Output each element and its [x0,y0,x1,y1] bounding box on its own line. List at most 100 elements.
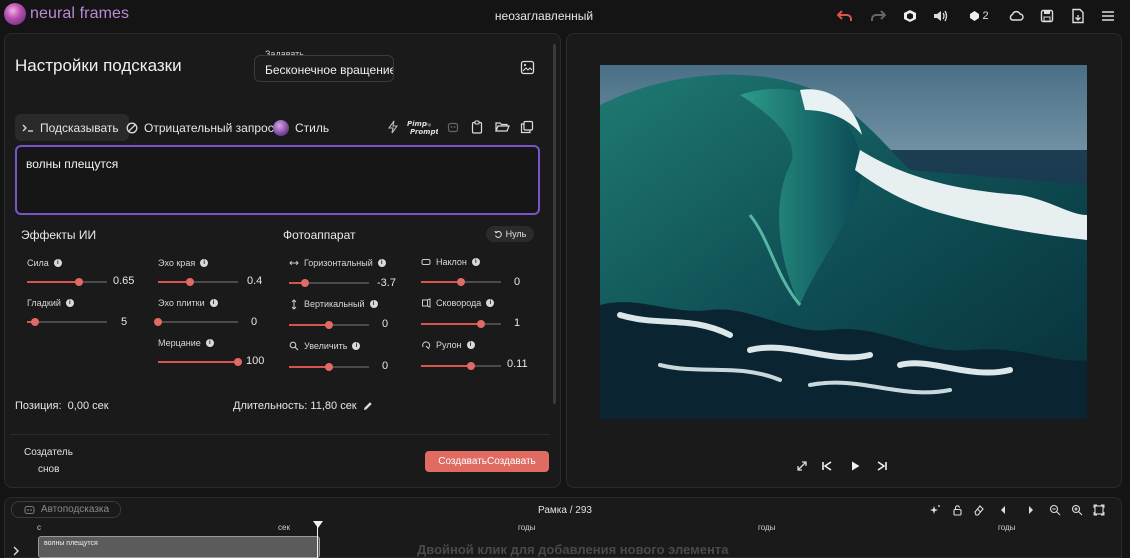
info-icon[interactable]: i [209,299,218,307]
ban-icon [126,122,138,134]
roll-slider[interactable] [421,362,501,370]
autoprompt-button[interactable]: Автоподсказка [11,501,121,518]
skip-back-icon[interactable] [820,459,834,473]
pimp-my-prompt-icon[interactable]: Pimp my Prompt [406,118,438,136]
credits-count: 2 [982,10,989,22]
slider-thumb[interactable] [75,278,83,286]
creator-select[interactable]: снов [38,464,59,475]
skip-forward-icon[interactable] [875,459,889,473]
info-icon[interactable]: i [486,299,495,307]
chevron-right-icon[interactable] [12,546,22,556]
info-icon[interactable]: i [369,300,378,308]
cloud-icon[interactable] [1007,7,1025,25]
info-icon[interactable]: i [471,258,480,266]
set-field[interactable]: Бесконечное вращение*ф [254,55,394,82]
flicker-label: Мерцание i [158,338,214,348]
volume-icon[interactable] [931,7,949,25]
slider-thumb[interactable] [457,278,465,286]
info-icon[interactable]: i [205,339,214,347]
slider-thumb[interactable] [466,362,475,370]
fit-icon[interactable] [1093,504,1105,516]
tile-echo-slider[interactable] [154,318,238,326]
ruler-label: годы [998,523,1016,532]
sparkle-icon[interactable] [929,504,941,516]
slider-thumb[interactable] [186,278,194,286]
pan-slider[interactable] [421,320,501,328]
autoprompt-label: Автоподсказка [40,504,110,515]
strength-label: Сила i [27,258,62,268]
redo-icon[interactable] [869,7,887,25]
robot-icon[interactable] [445,119,461,135]
lock-icon[interactable] [951,504,963,516]
prev-frame-icon[interactable] [997,504,1009,516]
tab-negative-prompt[interactable]: Отрицательный запрос [126,114,274,141]
playhead-handle[interactable] [313,521,323,528]
vertical-slider[interactable] [289,321,369,329]
slider-thumb[interactable] [477,320,485,328]
slider-thumb[interactable] [301,279,309,287]
ruler-label: сек [278,523,290,532]
ai-effects-title: Эффекты ИИ [21,228,97,242]
duration-value: 11,80 сек [310,400,357,412]
ruler-label: годы [758,523,776,532]
panel-scrollbar[interactable] [553,44,556,404]
robot-icon [23,504,36,515]
undo-icon[interactable] [836,7,854,25]
tilt-slider[interactable] [421,278,501,286]
document-title[interactable]: неозаглавленный [0,9,1088,23]
clipboard-icon[interactable] [469,119,485,135]
slider-thumb[interactable] [31,318,39,326]
flicker-slider[interactable] [158,358,242,366]
copy-icon[interactable] [519,119,535,135]
prompt-input[interactable]: волны плещутся [15,145,540,215]
horizontal-slider[interactable] [289,279,369,287]
folder-open-icon[interactable] [494,119,510,135]
eraser-icon[interactable] [973,504,985,516]
magnifier-icon [289,341,299,351]
next-frame-icon[interactable] [1025,504,1037,516]
edge-echo-value: 0.4 [247,275,263,287]
slider-thumb[interactable] [234,358,242,366]
tab-style[interactable]: Стиль [273,114,329,141]
play-icon[interactable] [848,459,862,473]
pan-icon [421,298,431,308]
info-icon[interactable]: i [53,259,62,267]
panel-title: Настройки подсказки [15,56,182,75]
smooth-slider[interactable] [27,318,107,326]
tab-prompt-label: Подсказывать [40,120,119,135]
slider-thumb[interactable] [325,363,333,371]
roll-label: Рулон i [421,340,475,350]
reset-camera-button[interactable]: Нуль [486,226,534,242]
save-icon[interactable] [1038,7,1056,25]
slider-thumb[interactable] [325,321,333,329]
info-icon[interactable]: i [65,299,74,307]
frame-counter: Рамка / 293 [538,505,592,516]
edge-echo-slider[interactable] [158,278,238,286]
generate-button[interactable]: СоздаватьСоздавать [425,451,549,472]
zoom-slider[interactable] [289,363,369,371]
edge-echo-label: Эхо края i [158,258,209,268]
info-icon[interactable]: i [352,342,361,350]
tab-prompt[interactable]: Подсказывать [15,114,129,141]
slider-thumb[interactable] [154,318,162,326]
pencil-icon[interactable] [363,401,373,411]
lightning-icon[interactable] [385,119,401,135]
ruler-label: годы [518,523,536,532]
zoom-in-icon[interactable] [1071,504,1083,516]
menu-icon[interactable] [1099,7,1117,25]
info-icon[interactable]: i [466,341,475,349]
timeline-clip[interactable]: волны плещутся [38,536,320,558]
zoom-out-icon[interactable] [1049,504,1061,516]
info-icon[interactable]: i [377,259,386,267]
style-avatar-icon [273,119,289,136]
reset-camera-label: Нуль [505,229,527,239]
duration-label: Длительность: [233,400,308,412]
credits-icon[interactable]: 2 [966,7,992,25]
image-add-icon[interactable] [520,60,536,76]
strength-slider[interactable] [27,278,107,286]
tilt-value: 0 [514,276,521,288]
cube-icon[interactable] [901,7,919,25]
info-icon[interactable]: i [200,259,209,267]
export-icon[interactable] [1069,7,1087,25]
fullscreen-icon[interactable] [795,459,809,473]
